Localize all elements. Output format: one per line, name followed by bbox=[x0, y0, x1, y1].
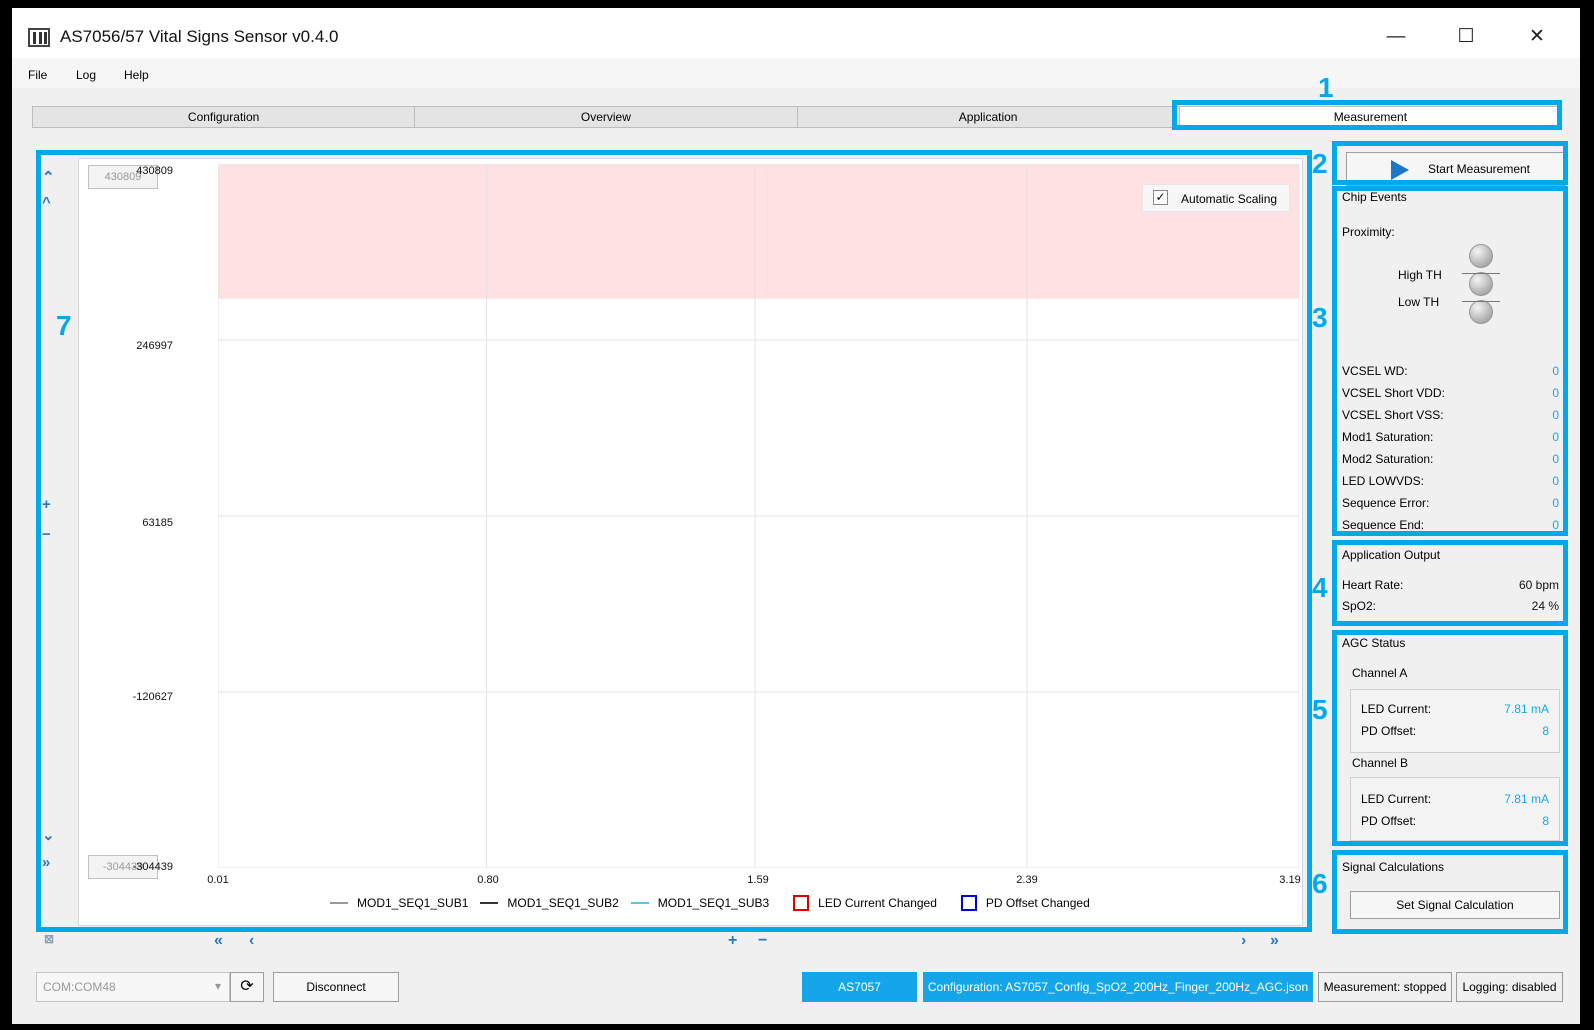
measurement-status: Measurement: stopped bbox=[1318, 972, 1452, 1002]
fit-icon[interactable]: ⊠ bbox=[44, 932, 54, 946]
configuration-status: Configuration: AS7057_Config_SpO2_200Hz_… bbox=[923, 972, 1313, 1002]
menu-file[interactable]: File bbox=[28, 68, 47, 82]
menu-bar: File Log Help bbox=[12, 58, 1580, 88]
callout-box-4 bbox=[1332, 540, 1568, 626]
callout-box-3 bbox=[1332, 186, 1568, 536]
minimize-icon[interactable]: — bbox=[1376, 22, 1416, 52]
callout-1: 1 bbox=[1318, 72, 1334, 103]
callout-4: 4 bbox=[1312, 572, 1328, 603]
com-port-select[interactable]: COM:COM48 bbox=[36, 972, 230, 1002]
device-badge: AS7057 bbox=[802, 972, 917, 1002]
tab-application[interactable]: Application bbox=[798, 107, 1180, 127]
chevron-down-icon[interactable]: ▾ bbox=[206, 972, 230, 1002]
disconnect-button[interactable]: Disconnect bbox=[273, 972, 399, 1002]
title-bar: AS7056/57 Vital Signs Sensor v0.4.0 — ☐ … bbox=[12, 8, 1580, 58]
app-icon bbox=[28, 28, 50, 47]
callout-3: 3 bbox=[1312, 302, 1328, 333]
application-window: AS7056/57 Vital Signs Sensor v0.4.0 — ☐ … bbox=[12, 8, 1580, 1024]
callout-box-1 bbox=[1172, 100, 1562, 130]
callout-5: 5 bbox=[1312, 694, 1328, 725]
close-icon[interactable]: ✕ bbox=[1517, 22, 1557, 52]
zoom-minus-icon[interactable]: − bbox=[758, 932, 767, 950]
zoom-plus-icon[interactable]: + bbox=[728, 932, 737, 950]
callout-box-7 bbox=[36, 150, 1312, 932]
callout-7: 7 bbox=[56, 310, 72, 341]
tab-overview[interactable]: Overview bbox=[415, 107, 798, 127]
maximize-icon[interactable]: ☐ bbox=[1446, 22, 1486, 52]
callout-6: 6 bbox=[1312, 868, 1328, 899]
callout-box-6 bbox=[1332, 850, 1568, 934]
window-title: AS7056/57 Vital Signs Sensor v0.4.0 bbox=[60, 27, 339, 46]
status-bar: COM:COM48 ▾ ⟳ Disconnect AS7057 Configur… bbox=[12, 964, 1580, 1012]
left-icon[interactable]: ‹ bbox=[249, 932, 254, 950]
logging-status: Logging: disabled bbox=[1456, 972, 1563, 1002]
menu-log[interactable]: Log bbox=[76, 68, 96, 82]
callout-box-2 bbox=[1332, 141, 1568, 185]
double-right-icon[interactable]: » bbox=[1270, 932, 1279, 950]
callout-box-5 bbox=[1332, 630, 1568, 846]
tab-configuration[interactable]: Configuration bbox=[33, 107, 416, 127]
right-icon[interactable]: › bbox=[1241, 932, 1246, 950]
double-left-icon[interactable]: « bbox=[214, 932, 223, 950]
menu-help[interactable]: Help bbox=[124, 68, 149, 82]
refresh-icon[interactable]: ⟳ bbox=[230, 972, 264, 1002]
callout-2: 2 bbox=[1312, 148, 1328, 179]
